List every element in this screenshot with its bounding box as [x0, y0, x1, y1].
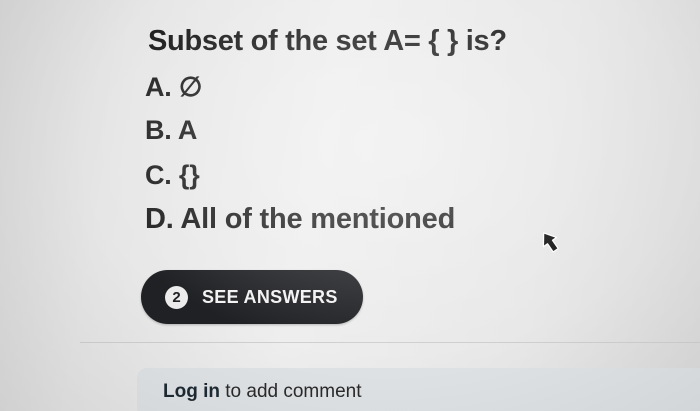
option-d: D. All of the mentioned — [145, 203, 456, 235]
option-a: A. ∅ — [145, 72, 203, 102]
mouse-pointer-icon — [542, 232, 559, 253]
add-comment-text: to add comment — [219, 381, 362, 402]
section-divider — [80, 342, 700, 343]
question-screen: Subset of the set A= { } is? A. ∅ B. A C… — [0, 0, 700, 411]
see-answers-label: SEE ANSWERS — [202, 286, 338, 307]
login-link[interactable]: Log in — [163, 381, 220, 402]
question-title: Subset of the set A= { } is? — [148, 25, 507, 57]
comment-prompt: Log in to add comment — [163, 381, 362, 403]
option-c: C. {} — [145, 160, 200, 190]
see-answers-button[interactable]: 2 SEE ANSWERS — [141, 270, 363, 324]
answer-count-badge: 2 — [165, 285, 188, 309]
option-b: B. A — [145, 115, 198, 145]
